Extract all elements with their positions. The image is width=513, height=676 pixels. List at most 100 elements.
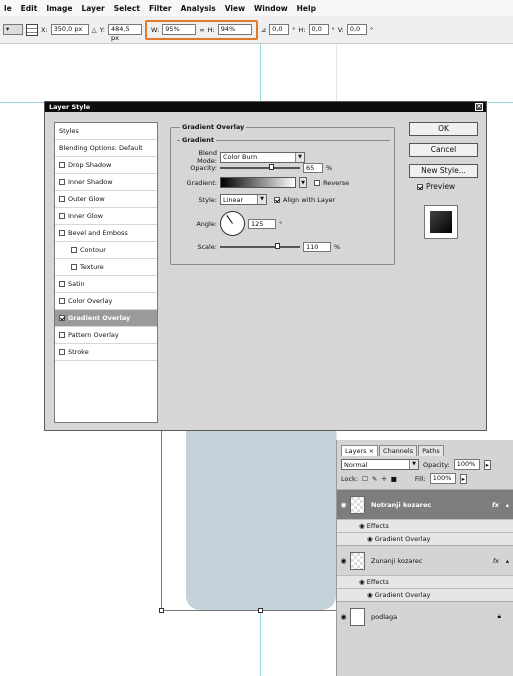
style-item-outer-glow[interactable]: Outer Glow [55, 191, 157, 208]
lock-all-icon[interactable]: ■ [391, 475, 397, 483]
scale-input[interactable]: 110 [303, 242, 331, 252]
transform-handle-bottom-center[interactable] [258, 608, 263, 613]
close-icon[interactable]: × [475, 103, 483, 111]
pattern-overlay-checkbox[interactable] [59, 332, 65, 338]
style-item-pattern-overlay[interactable]: Pattern Overlay [55, 327, 157, 344]
outer-glow-checkbox[interactable] [59, 196, 65, 202]
opacity-slider-knob[interactable] [268, 164, 274, 170]
scale-slider[interactable] [220, 243, 300, 249]
menu-edit[interactable]: Edit [21, 4, 38, 13]
reference-point-icon[interactable] [26, 23, 38, 36]
tab-layers[interactable]: Layers × [341, 445, 379, 456]
effects-row[interactable]: ◉ Effects [337, 575, 513, 588]
x-position-input[interactable]: 350,0 px [50, 24, 89, 35]
rotation-input[interactable]: 0,0 [269, 24, 290, 35]
visibility-eye-icon[interactable]: ◉ [337, 501, 350, 509]
lock-move-icon[interactable]: ✛ [381, 475, 386, 483]
tab-channels[interactable]: Channels [379, 445, 418, 456]
chevron-right-icon[interactable]: ▸ [459, 473, 468, 484]
style-item-bevel-emboss[interactable]: Bevel and Emboss [55, 225, 157, 242]
fill-input[interactable]: 100% [429, 473, 456, 484]
chevron-right-icon[interactable]: ▸ [483, 459, 491, 470]
effects-eye-icon[interactable]: ◉ [359, 522, 367, 530]
new-style-button[interactable]: New Style... [409, 164, 478, 178]
layer-name[interactable]: Notranji kozarec [371, 501, 431, 509]
opacity-input[interactable]: 65 [303, 163, 323, 173]
fx-icon[interactable]: fx [493, 557, 499, 565]
tab-paths[interactable]: Paths [418, 445, 444, 456]
style-item-stroke[interactable]: Stroke [55, 344, 157, 361]
bevel-emboss-checkbox[interactable] [59, 230, 65, 236]
h-skew-input[interactable]: 0,0 [308, 24, 329, 35]
layer-opacity-input[interactable]: 100% [453, 459, 480, 470]
style-item-drop-shadow[interactable]: Drop Shadow [55, 157, 157, 174]
style-item-inner-glow[interactable]: Inner Glow [55, 208, 157, 225]
gradient-dropdown-icon[interactable]: ▼ [299, 177, 307, 188]
menu-analysis[interactable]: Analysis [181, 4, 216, 13]
preview-checkbox[interactable] [417, 183, 423, 190]
y-position-input[interactable]: 484,5 px [107, 24, 142, 42]
v-skew-input[interactable]: 0,0 [346, 24, 367, 35]
delta-icon[interactable]: △ [92, 26, 97, 34]
contour-checkbox[interactable] [71, 247, 77, 253]
blend-mode-select[interactable]: Color Burn ▼ [220, 151, 305, 163]
styles-header[interactable]: Styles [55, 123, 157, 140]
style-item-gradient-overlay[interactable]: Gradient Overlay [55, 310, 157, 327]
stroke-checkbox[interactable] [59, 349, 65, 355]
cancel-button[interactable]: Cancel [409, 143, 478, 157]
effect-eye-icon[interactable]: ◉ [367, 535, 375, 543]
texture-checkbox[interactable] [71, 264, 77, 270]
collapse-arrow-icon[interactable]: ▴ [506, 557, 509, 565]
effects-eye-icon[interactable]: ◉ [359, 578, 367, 586]
gradient-swatch[interactable] [220, 177, 296, 188]
menu-filter[interactable]: Filter [149, 4, 172, 13]
inner-shadow-checkbox[interactable] [59, 179, 65, 185]
menu-image[interactable]: Image [46, 4, 72, 13]
visibility-eye-icon[interactable]: ◉ [337, 557, 350, 565]
style-select[interactable]: Linear ▼ [220, 194, 267, 205]
gradient-overlay-checkbox[interactable] [59, 315, 65, 321]
effect-item-row[interactable]: ◉ Gradient Overlay [337, 532, 513, 545]
link-icon[interactable]: ∞ [199, 26, 204, 34]
menu-select[interactable]: Select [114, 4, 140, 13]
layer-row-podlaga[interactable]: ◉ podlaga 🔒︎ [337, 601, 513, 631]
blending-options-item[interactable]: Blending Options: Default [55, 140, 157, 157]
style-item-contour[interactable]: Contour [55, 242, 157, 259]
opacity-slider[interactable] [220, 164, 300, 170]
align-with-layer-checkbox[interactable] [274, 196, 280, 203]
menu-file[interactable]: le [4, 4, 12, 13]
reverse-checkbox[interactable] [314, 179, 320, 186]
angle-input[interactable]: 125 [248, 218, 276, 229]
menu-layer[interactable]: Layer [81, 4, 104, 13]
menu-help[interactable]: Help [297, 4, 316, 13]
layer-row-zunanji-kozarec[interactable]: ◉ Zunanji kozarec fx ▴ [337, 545, 513, 575]
visibility-eye-icon[interactable]: ◉ [337, 613, 350, 621]
effect-eye-icon[interactable]: ◉ [367, 591, 375, 599]
glass-shape[interactable] [186, 430, 336, 610]
drop-shadow-checkbox[interactable] [59, 162, 65, 168]
ok-button[interactable]: OK [409, 122, 478, 136]
layer-blend-select[interactable]: Normal ▼ [341, 459, 419, 470]
transform-handle-bottom-left[interactable] [159, 608, 164, 613]
style-item-texture[interactable]: Texture [55, 259, 157, 276]
width-percent-input[interactable]: 95% [162, 24, 197, 35]
layer-name[interactable]: Zunanji kozarec [371, 557, 422, 565]
satin-checkbox[interactable] [59, 281, 65, 287]
collapse-arrow-icon[interactable]: ▴ [506, 501, 509, 509]
scale-slider-knob[interactable] [274, 243, 280, 249]
color-overlay-checkbox[interactable] [59, 298, 65, 304]
style-item-satin[interactable]: Satin [55, 276, 157, 293]
layer-name[interactable]: podlaga [371, 613, 397, 621]
effect-item-row[interactable]: ◉ Gradient Overlay [337, 588, 513, 601]
angle-dial[interactable] [220, 211, 245, 236]
menu-window[interactable]: Window [254, 4, 288, 13]
menu-view[interactable]: View [225, 4, 245, 13]
effects-row[interactable]: ◉ Effects [337, 519, 513, 532]
height-percent-input[interactable]: 94% [217, 24, 252, 35]
inner-glow-checkbox[interactable] [59, 213, 65, 219]
fx-icon[interactable]: fx [492, 501, 499, 509]
lock-paint-icon[interactable]: ✎ [372, 475, 377, 483]
tool-preset-picker[interactable]: ▾ [3, 24, 23, 35]
style-item-color-overlay[interactable]: Color Overlay [55, 293, 157, 310]
lock-transparent-icon[interactable]: ☐ [362, 475, 368, 483]
